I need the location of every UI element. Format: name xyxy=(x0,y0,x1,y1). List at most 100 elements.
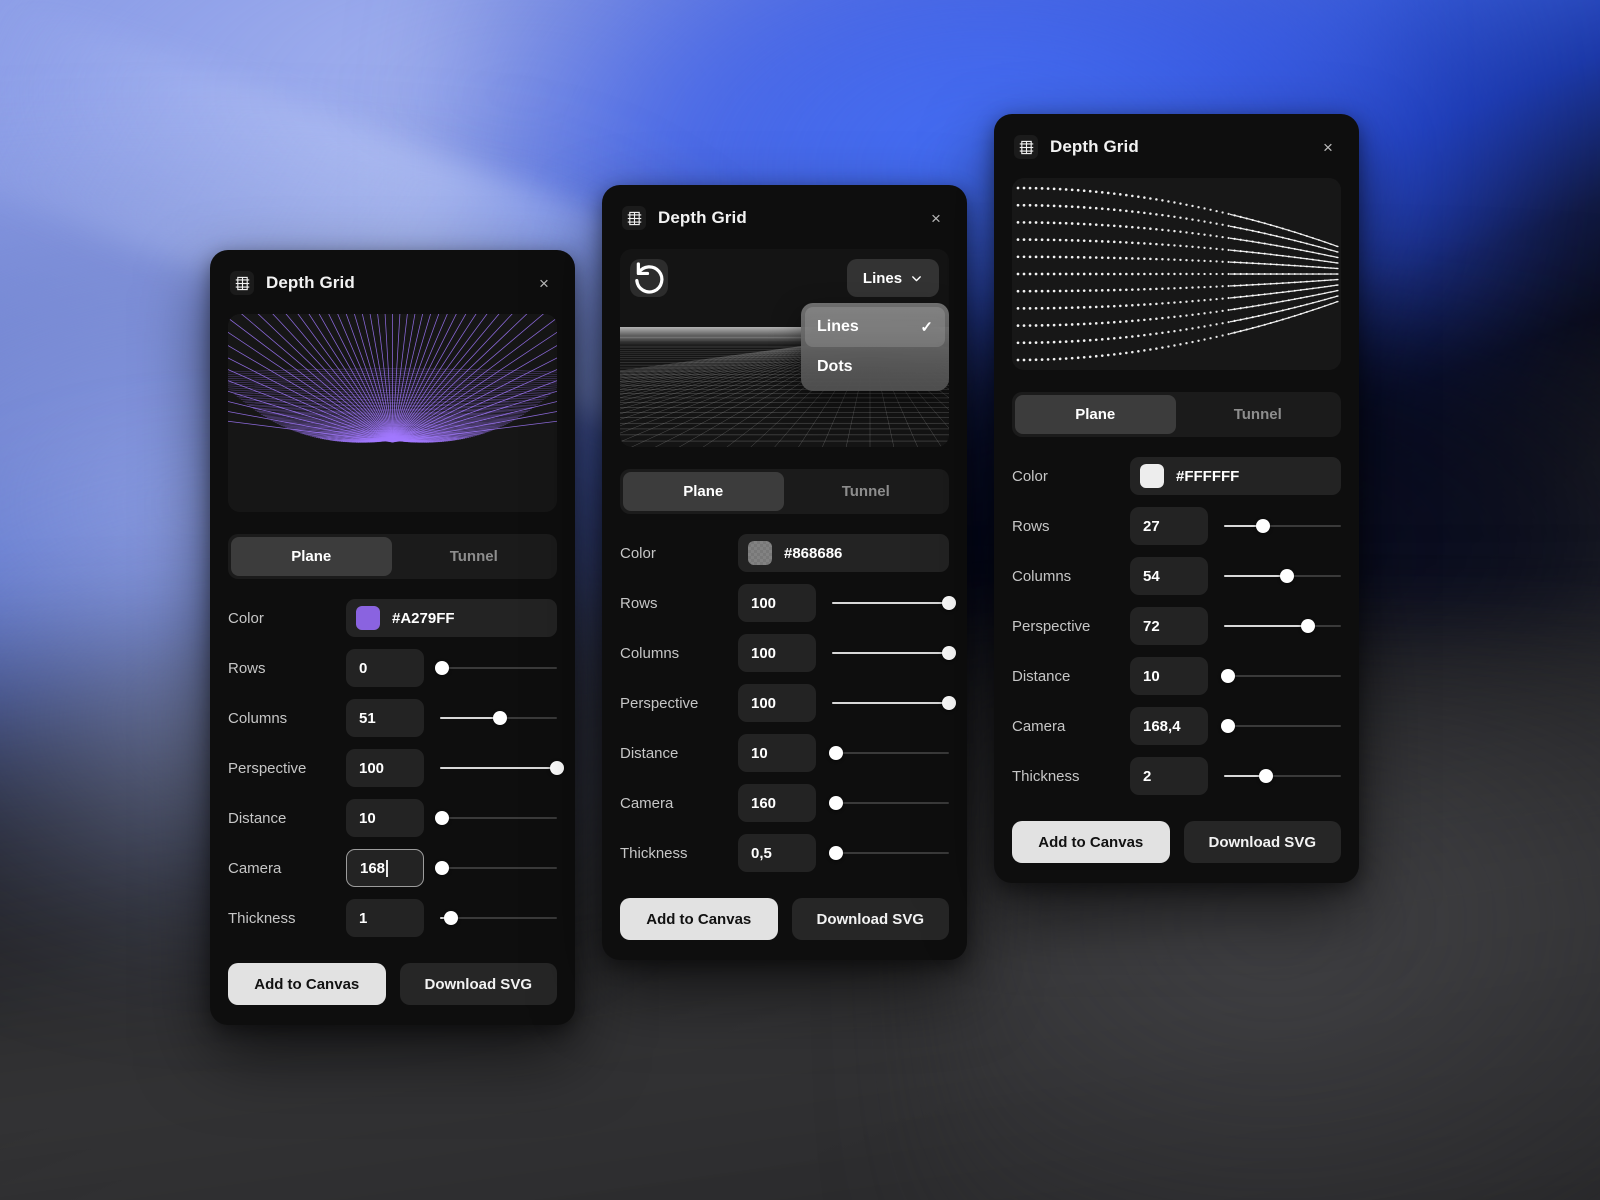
grid-preview-left[interactable] xyxy=(228,314,557,512)
color-input[interactable]: #FFFFFF xyxy=(1130,457,1341,495)
thickness-input[interactable]: 1 xyxy=(346,899,424,937)
row-perspective: Perspective 100 xyxy=(620,678,956,728)
panel-header: Depth Grid × xyxy=(210,250,575,304)
label-color: Color xyxy=(228,609,264,627)
tab-plane[interactable]: Plane xyxy=(231,537,392,576)
dropdown-option-dots[interactable]: Dots xyxy=(805,347,945,387)
color-swatch[interactable] xyxy=(1140,464,1164,488)
thickness-input[interactable]: 2 xyxy=(1130,757,1208,795)
camera-slider[interactable] xyxy=(435,849,557,887)
perspective-input[interactable]: 72 xyxy=(1130,607,1208,645)
camera-input[interactable]: 168,4 xyxy=(1130,707,1208,745)
thickness-input[interactable]: 0,5 xyxy=(738,834,816,872)
slider-thumb[interactable] xyxy=(435,811,450,825)
distance-input[interactable]: 10 xyxy=(346,799,424,837)
slider-fill xyxy=(832,702,949,704)
slider-thumb[interactable] xyxy=(550,761,564,775)
perspective-slider[interactable] xyxy=(440,749,564,787)
perspective-slider[interactable] xyxy=(1224,607,1341,645)
slider-thumb[interactable] xyxy=(1220,719,1235,733)
grid-table-icon xyxy=(622,206,646,230)
columns-slider[interactable] xyxy=(440,699,557,737)
add-to-canvas-button[interactable]: Add to Canvas xyxy=(620,898,778,940)
render-mode-dropdown[interactable]: Lines ✓ Dots xyxy=(801,303,949,391)
rows-slider[interactable] xyxy=(832,584,956,622)
slider-thumb[interactable] xyxy=(942,596,956,610)
perspective-input[interactable]: 100 xyxy=(346,749,424,787)
label-columns: Columns xyxy=(1012,567,1072,585)
close-icon[interactable]: × xyxy=(1317,136,1339,158)
shape-tab-group[interactable]: Plane Tunnel xyxy=(228,534,557,579)
columns-slider[interactable] xyxy=(832,634,956,672)
slider-thumb[interactable] xyxy=(435,861,450,875)
distance-input[interactable]: 10 xyxy=(1130,657,1208,695)
slider-thumb[interactable] xyxy=(1301,619,1316,633)
perspective-input[interactable]: 100 xyxy=(738,684,816,722)
download-svg-button[interactable]: Download SVG xyxy=(791,898,949,940)
depth-grid-panel-right[interactable]: Depth Grid × Plane Tunnel Color #FFFFFF … xyxy=(994,114,1359,883)
panel-actions: Add to Canvas Download SVG xyxy=(994,801,1359,883)
color-swatch[interactable] xyxy=(356,606,380,630)
camera-slider[interactable] xyxy=(1220,707,1341,745)
thickness-slider[interactable] xyxy=(1224,757,1341,795)
slider-thumb[interactable] xyxy=(1255,519,1270,533)
close-icon[interactable]: × xyxy=(925,207,947,229)
grid-preview-middle[interactable]: Lines Lines ✓ Dots xyxy=(620,249,949,447)
tab-tunnel[interactable]: Tunnel xyxy=(1178,395,1339,434)
slider-track xyxy=(440,917,557,919)
slider-thumb[interactable] xyxy=(1220,669,1235,683)
slider-thumb[interactable] xyxy=(435,661,450,675)
depth-grid-panel-left[interactable]: Depth Grid × Plane Tunnel Color #A279FF … xyxy=(210,250,575,1025)
slider-thumb[interactable] xyxy=(1280,569,1295,583)
depth-grid-panel-middle[interactable]: Depth Grid × Lines Lines ✓ Dots Plane Tu… xyxy=(602,185,967,960)
columns-input[interactable]: 54 xyxy=(1130,557,1208,595)
slider-thumb[interactable] xyxy=(492,711,507,725)
distance-input[interactable]: 10 xyxy=(738,734,816,772)
rows-input[interactable]: 0 xyxy=(346,649,424,687)
color-input[interactable]: #A279FF xyxy=(346,599,557,637)
slider-thumb[interactable] xyxy=(828,796,843,810)
columns-input[interactable]: 51 xyxy=(346,699,424,737)
tab-plane[interactable]: Plane xyxy=(1015,395,1176,434)
columns-slider[interactable] xyxy=(1224,557,1341,595)
color-swatch[interactable] xyxy=(748,541,772,565)
download-svg-button[interactable]: Download SVG xyxy=(1183,821,1341,863)
camera-slider[interactable] xyxy=(828,784,949,822)
distance-slider[interactable] xyxy=(828,734,949,772)
slider-thumb[interactable] xyxy=(828,746,843,760)
slider-thumb[interactable] xyxy=(443,911,458,925)
color-input[interactable]: #868686 xyxy=(738,534,949,572)
slider-thumb[interactable] xyxy=(942,646,956,660)
camera-input-value: 168 xyxy=(360,859,386,877)
rotate-ccw-icon[interactable] xyxy=(630,259,668,297)
add-to-canvas-button[interactable]: Add to Canvas xyxy=(228,963,386,1005)
slider-thumb[interactable] xyxy=(1259,769,1274,783)
dropdown-option-lines[interactable]: Lines ✓ xyxy=(805,307,945,347)
grid-preview-right[interactable] xyxy=(1012,178,1341,370)
distance-slider[interactable] xyxy=(435,799,557,837)
color-hex-value: #868686 xyxy=(784,544,843,562)
slider-thumb[interactable] xyxy=(942,696,956,710)
close-icon[interactable]: × xyxy=(533,272,555,294)
thickness-slider[interactable] xyxy=(828,834,949,872)
download-svg-button[interactable]: Download SVG xyxy=(399,963,557,1005)
rows-input[interactable]: 100 xyxy=(738,584,816,622)
rows-slider[interactable] xyxy=(1224,507,1341,545)
perspective-slider[interactable] xyxy=(832,684,956,722)
add-to-canvas-button[interactable]: Add to Canvas xyxy=(1012,821,1170,863)
thickness-slider[interactable] xyxy=(440,899,557,937)
tab-tunnel[interactable]: Tunnel xyxy=(786,472,947,511)
slider-thumb[interactable] xyxy=(828,846,843,860)
rows-input[interactable]: 27 xyxy=(1130,507,1208,545)
shape-tab-group[interactable]: Plane Tunnel xyxy=(620,469,949,514)
tab-tunnel[interactable]: Tunnel xyxy=(394,537,555,576)
row-columns: Columns 100 xyxy=(620,628,956,678)
distance-slider[interactable] xyxy=(1220,657,1341,695)
rows-slider[interactable] xyxy=(435,649,557,687)
tab-plane[interactable]: Plane xyxy=(623,472,784,511)
camera-input[interactable]: 160 xyxy=(738,784,816,822)
shape-tab-group[interactable]: Plane Tunnel xyxy=(1012,392,1341,437)
camera-input[interactable]: 168 xyxy=(346,849,424,887)
columns-input[interactable]: 100 xyxy=(738,634,816,672)
render-mode-select[interactable]: Lines xyxy=(847,259,939,297)
